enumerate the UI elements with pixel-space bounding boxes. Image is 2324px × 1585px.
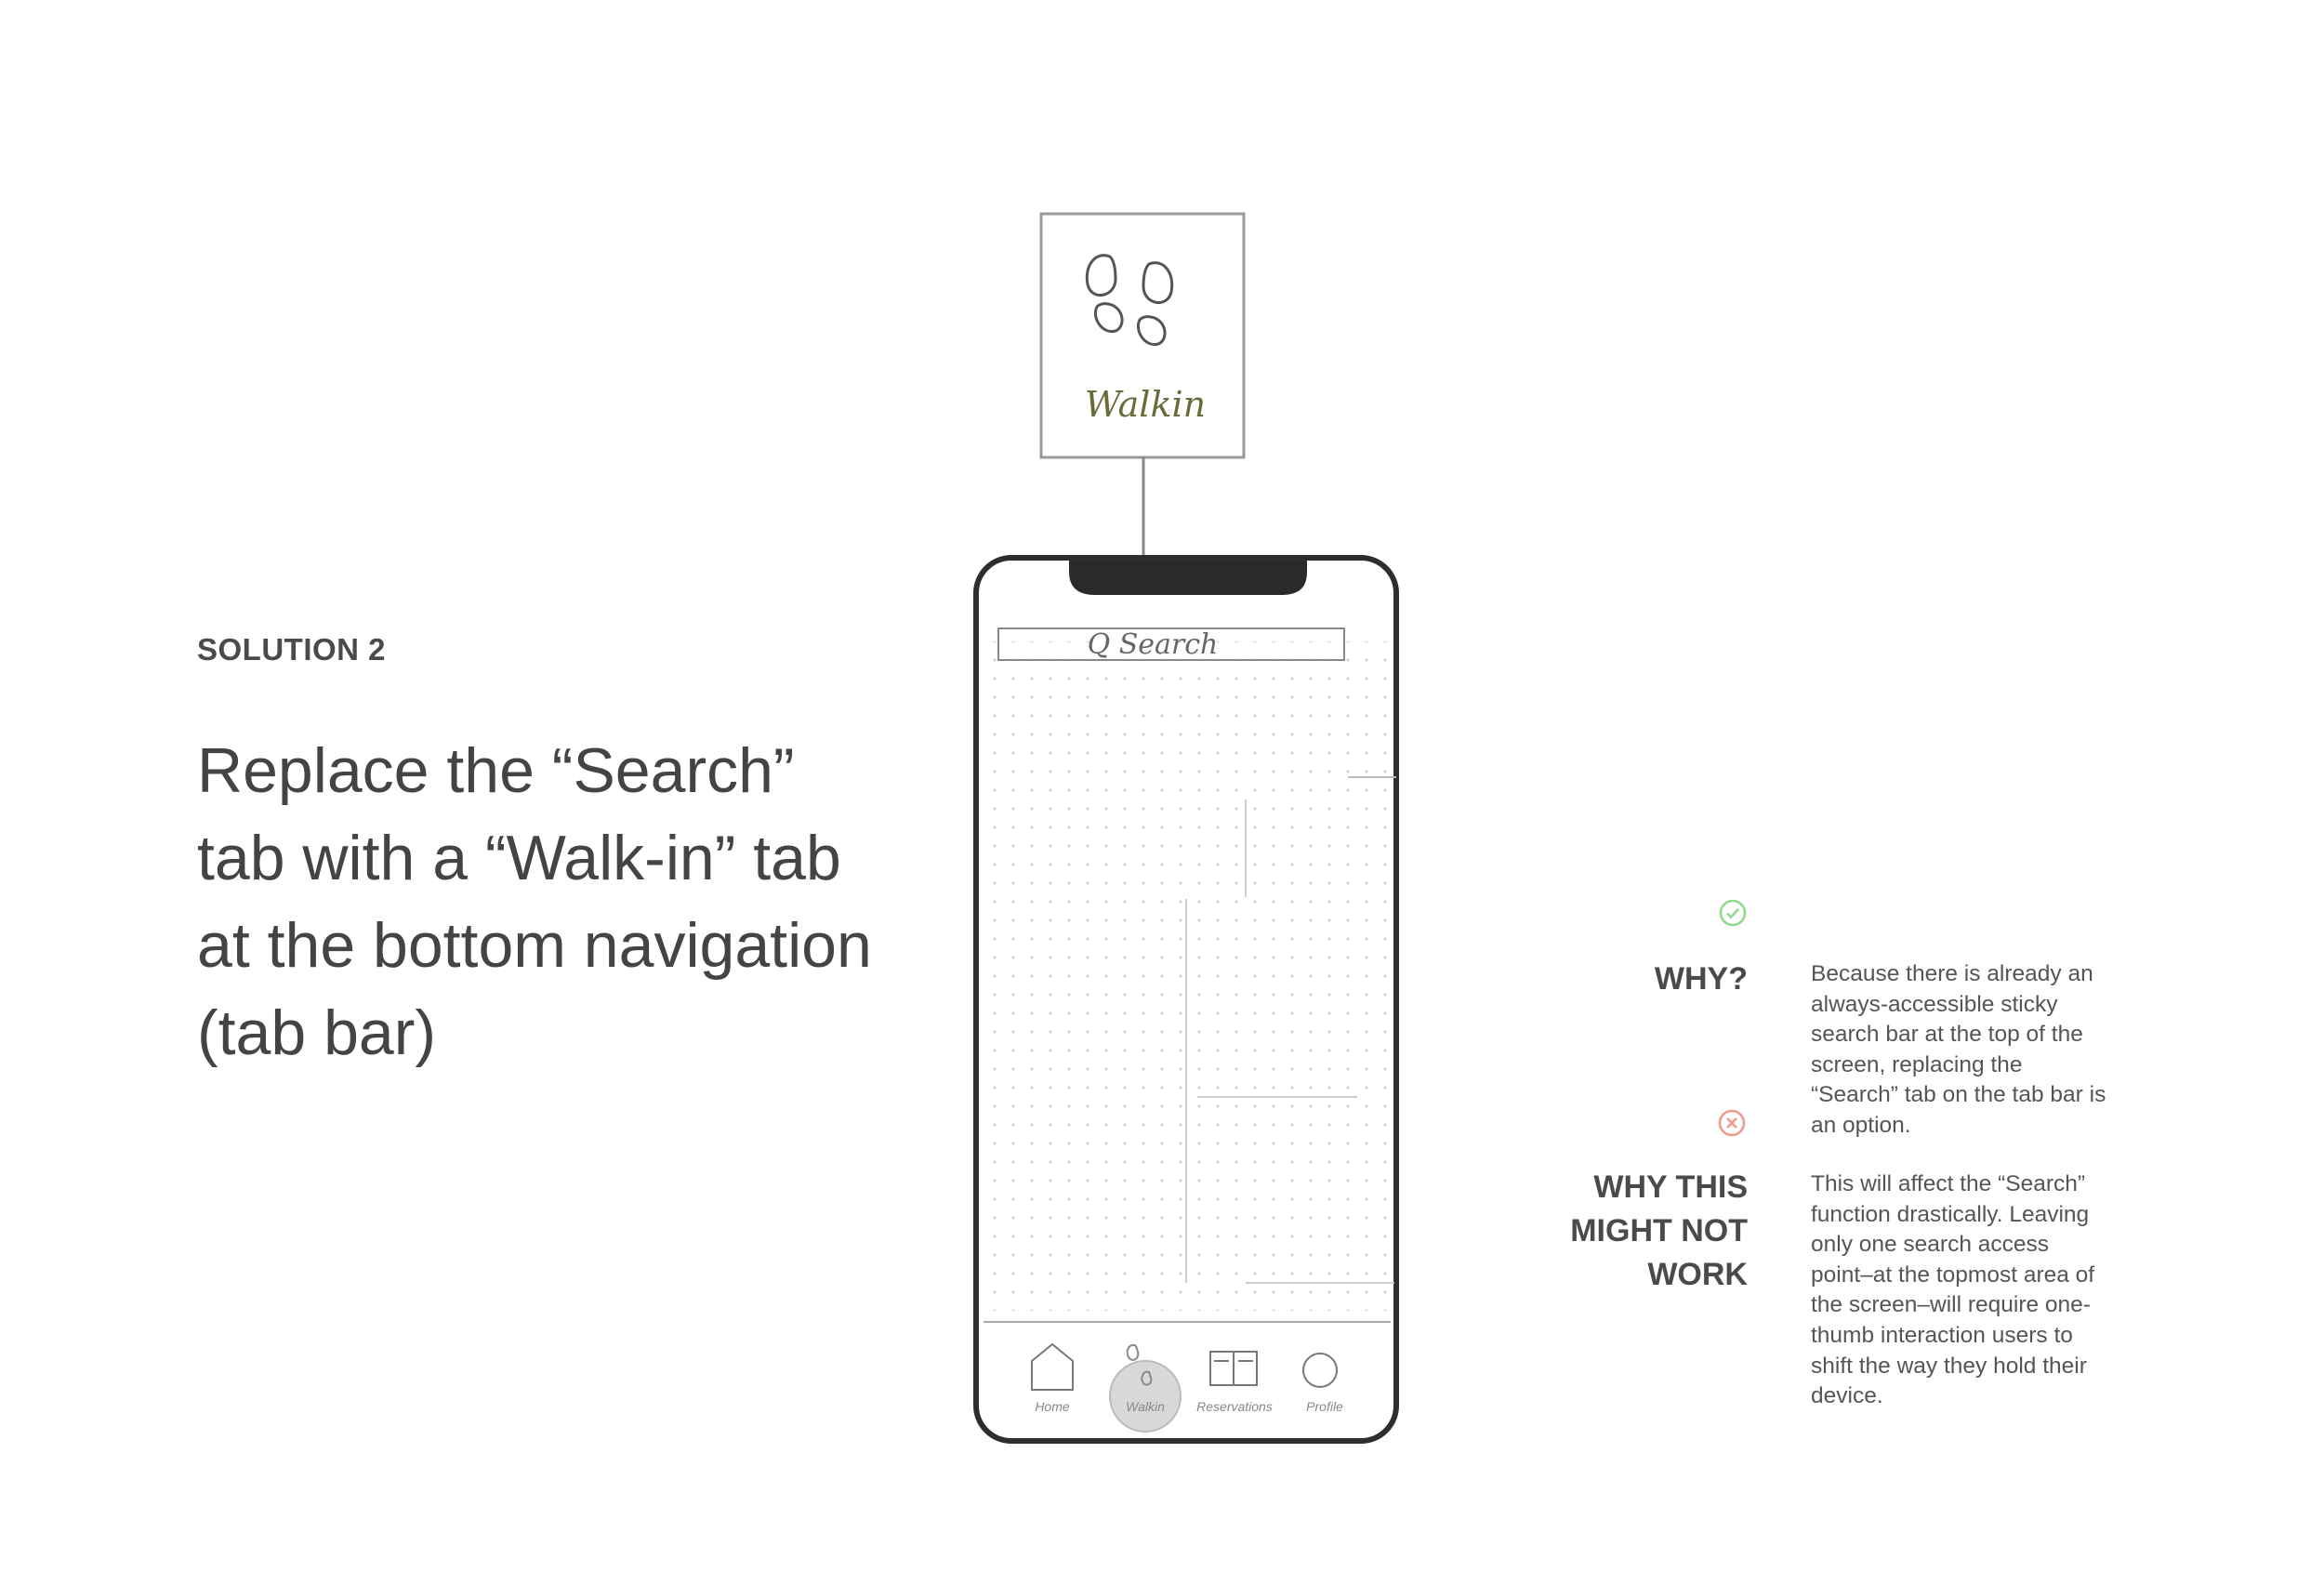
- phone-frame: [973, 555, 1399, 1444]
- tab-reservations-label: Reservations: [1196, 1399, 1273, 1414]
- tab-walkin-label: Walkin: [1126, 1399, 1165, 1414]
- why-not-title-line: MIGHT NOT: [1570, 1213, 1748, 1248]
- tab-home-label: Home: [1035, 1399, 1070, 1414]
- why-title: WHY?: [1654, 961, 1748, 997]
- headline: Replace the “Search” tab with a “Walk-in…: [197, 735, 872, 1068]
- solution-label: SOLUTION 2: [197, 632, 387, 667]
- why-not-title-line: WORK: [1647, 1257, 1748, 1292]
- tab-profile-label: Profile: [1306, 1399, 1343, 1414]
- why-not-title-line: WHY THIS: [1593, 1169, 1748, 1205]
- why-not-title: WHY THIS MIGHT NOT WORK: [1570, 1166, 1748, 1297]
- sketch-search-label: Q Search: [1088, 628, 1219, 661]
- why-body: Because there is already an always-acces…: [1811, 961, 2106, 1138]
- why-not-body: This will affect the “Search” function d…: [1811, 1171, 2095, 1409]
- check-circle-icon: [1719, 899, 1747, 927]
- walkin-callout: Walkin: [1039, 212, 1246, 459]
- callout-label: Walkin: [1085, 384, 1206, 425]
- x-circle-icon: [1718, 1109, 1746, 1137]
- phone-sketch: Walkin Q Search Home Walkin Reservations…: [967, 205, 1432, 1450]
